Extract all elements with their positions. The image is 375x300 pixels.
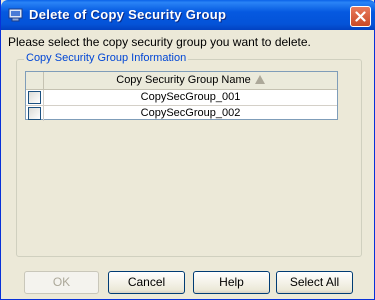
help-button[interactable]: Help <box>193 271 270 294</box>
column-header-label: Copy Security Group Name <box>116 74 251 86</box>
header-check-cell <box>26 72 44 89</box>
instruction-text: Please select the copy security group yo… <box>8 35 311 49</box>
row-check-cell <box>26 106 44 121</box>
group-name-cell: CopySecGroup_002 <box>140 107 241 119</box>
sort-ascending-icon <box>254 75 265 84</box>
dialog-window: Delete of Copy Security Group Please sel… <box>0 0 375 300</box>
row-checkbox[interactable] <box>28 107 41 120</box>
title-bar[interactable]: Delete of Copy Security Group <box>1 0 375 30</box>
cancel-button[interactable]: Cancel <box>108 271 185 294</box>
group-box-label: Copy Security Group Information <box>24 52 189 64</box>
app-icon <box>8 8 23 22</box>
table-row[interactable]: CopySecGroup_001 <box>26 90 337 106</box>
window-title: Delete of Copy Security Group <box>29 7 227 22</box>
group-table: Copy Security Group Name CopySecGroup_00… <box>25 71 338 121</box>
column-header-name[interactable]: Copy Security Group Name <box>44 72 337 89</box>
close-button[interactable] <box>350 6 371 27</box>
close-icon <box>355 11 366 22</box>
group-name-cell: CopySecGroup_001 <box>140 91 241 103</box>
row-check-cell <box>26 90 44 105</box>
row-checkbox[interactable] <box>28 91 41 104</box>
ok-button[interactable]: OK <box>24 271 99 294</box>
table-row[interactable]: CopySecGroup_002 <box>26 106 337 121</box>
table-header: Copy Security Group Name <box>26 72 337 90</box>
select-all-button[interactable]: Select All <box>276 271 353 294</box>
